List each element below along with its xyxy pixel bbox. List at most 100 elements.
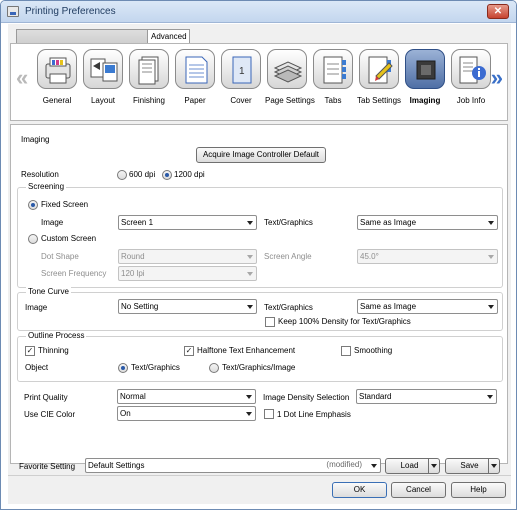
- tone-image-label: Image: [25, 303, 48, 312]
- image-density-select[interactable]: Standard: [356, 389, 497, 404]
- tab-blank[interactable]: [16, 29, 148, 43]
- save-button[interactable]: Save: [445, 458, 500, 474]
- save-dropdown-toggle[interactable]: [488, 459, 499, 473]
- printing-preferences-window: Printing Preferences ✕ Advanced « Genera…: [0, 0, 517, 510]
- page-settings-icon: [267, 49, 307, 89]
- dot-shape-label: Dot Shape: [41, 252, 79, 261]
- category-label: Cover: [230, 96, 252, 105]
- print-quality-select[interactable]: Normal: [117, 389, 256, 404]
- category-imaging[interactable]: Imaging: [403, 49, 447, 115]
- category-label: Tabs: [324, 96, 342, 105]
- help-button[interactable]: Help: [451, 482, 506, 498]
- screen-text-graphics-select[interactable]: Same as Image: [357, 215, 498, 230]
- dot-line-checkbox[interactable]: [264, 409, 274, 419]
- category-tab-settings[interactable]: Tab Settings: [357, 49, 401, 115]
- tabs-icon: [313, 49, 353, 89]
- category-label: Layout: [90, 96, 116, 105]
- custom-screen-radio[interactable]: [28, 234, 38, 244]
- dialog-client: Advanced « General Layout Finishing Pape…: [8, 24, 511, 504]
- outline-process-group: Outline Process ✓ Thinning ✓ Halftone Te…: [17, 331, 503, 382]
- category-paper[interactable]: Paper: [173, 49, 217, 115]
- object-text-graphics-image-label: Text/Graphics/Image: [222, 363, 296, 372]
- keep-density-checkbox[interactable]: [265, 317, 275, 327]
- resolution-600-radio[interactable]: [117, 170, 127, 180]
- chevron-down-icon: [246, 395, 252, 399]
- chevron-down-icon: [491, 464, 497, 468]
- cover-number: 1: [239, 66, 245, 77]
- smoothing-checkbox[interactable]: [341, 346, 351, 356]
- category-layout[interactable]: Layout: [81, 49, 125, 115]
- select-value: 120 lpi: [121, 269, 145, 278]
- category-general[interactable]: General: [35, 49, 79, 115]
- select-value: No Setting: [121, 302, 159, 311]
- category-strip: « General Layout Finishing Paper 1 Cover…: [10, 43, 508, 121]
- imaging-icon: [405, 49, 445, 89]
- cancel-button[interactable]: Cancel: [391, 482, 446, 498]
- favorite-setting-select[interactable]: Default Settings (modified): [85, 458, 381, 473]
- category-label: Finishing: [132, 96, 165, 105]
- chevron-down-icon: [247, 272, 253, 276]
- scroll-left-arrow[interactable]: «: [16, 67, 28, 89]
- select-value: Screen 1: [121, 218, 154, 227]
- select-value: Normal: [120, 392, 146, 401]
- category-cover[interactable]: 1 Cover: [219, 49, 263, 115]
- acquire-defaults-button[interactable]: Acquire Image Controller Default: [196, 147, 326, 163]
- select-value: 45.0°: [360, 252, 379, 261]
- title-bar: Printing Preferences ✕: [1, 1, 516, 23]
- chevron-down-icon: [488, 305, 494, 309]
- ok-button[interactable]: OK: [332, 482, 387, 498]
- select-value: Same as Image: [360, 302, 417, 311]
- chevron-down-icon: [247, 221, 253, 225]
- image-density-label: Image Density Selection: [263, 393, 350, 402]
- tone-text-graphics-select[interactable]: Same as Image: [357, 299, 498, 314]
- screen-angle-label: Screen Angle: [264, 252, 312, 261]
- layout-icon: [83, 49, 123, 89]
- tone-text-graphics-label: Text/Graphics: [264, 303, 313, 312]
- category-label: General: [42, 96, 72, 105]
- load-button[interactable]: Load: [385, 458, 440, 474]
- paper-icon: [175, 49, 215, 89]
- category-tabs[interactable]: Tabs: [311, 49, 355, 115]
- chevron-down-icon: [488, 255, 494, 259]
- resolution-1200-label: 1200 dpi: [174, 170, 205, 179]
- halftone-checkbox[interactable]: ✓: [184, 346, 194, 356]
- resolution-1200-radio[interactable]: [162, 170, 172, 180]
- cie-color-select[interactable]: On: [117, 406, 256, 421]
- thinning-checkbox[interactable]: ✓: [25, 346, 35, 356]
- smoothing-label: Smoothing: [354, 346, 393, 355]
- category-label: Imaging: [409, 96, 441, 105]
- tab-advanced[interactable]: Advanced: [147, 29, 190, 43]
- dot-shape-select[interactable]: Round: [118, 249, 257, 264]
- tone-curve-title: Tone Curve: [26, 287, 71, 297]
- scroll-right-arrow[interactable]: »: [491, 67, 503, 89]
- screen-angle-select[interactable]: 45.0°: [357, 249, 498, 264]
- screen-frequency-select[interactable]: 120 lpi: [118, 266, 257, 281]
- category-job-info[interactable]: Job Info: [449, 49, 493, 115]
- close-button[interactable]: ✕: [487, 4, 509, 19]
- screen-image-select[interactable]: Screen 1: [118, 215, 257, 230]
- dot-line-label: 1 Dot Line Emphasis: [277, 410, 351, 419]
- object-text-graphics-image-radio[interactable]: [209, 363, 219, 373]
- fixed-screen-label: Fixed Screen: [41, 200, 89, 209]
- general-icon: [37, 49, 77, 89]
- tone-image-select[interactable]: No Setting: [118, 299, 257, 314]
- chevron-down-icon: [247, 255, 253, 259]
- object-text-graphics-radio[interactable]: [118, 363, 128, 373]
- modified-indicator: (modified): [326, 460, 362, 469]
- load-dropdown-toggle[interactable]: [428, 459, 439, 473]
- fixed-screen-radio[interactable]: [28, 200, 38, 210]
- load-label: Load: [400, 461, 419, 470]
- cover-icon: 1: [221, 49, 261, 89]
- object-label: Object: [25, 363, 49, 372]
- imaging-panel: Imaging Acquire Image Controller Default…: [10, 124, 508, 464]
- category-label: Page Settings: [265, 96, 315, 105]
- outline-process-title: Outline Process: [26, 331, 87, 341]
- screen-text-graphics-label: Text/Graphics: [264, 218, 313, 227]
- imaging-section-title: Imaging: [21, 135, 50, 144]
- category-finishing[interactable]: Finishing: [127, 49, 171, 115]
- select-value: Default Settings: [88, 461, 145, 470]
- favorite-setting-label: Favorite Setting: [19, 462, 76, 471]
- keep-density-label: Keep 100% Density for Text/Graphics: [278, 317, 411, 326]
- category-page-settings[interactable]: Page Settings: [265, 49, 315, 115]
- chevron-down-icon: [431, 464, 437, 468]
